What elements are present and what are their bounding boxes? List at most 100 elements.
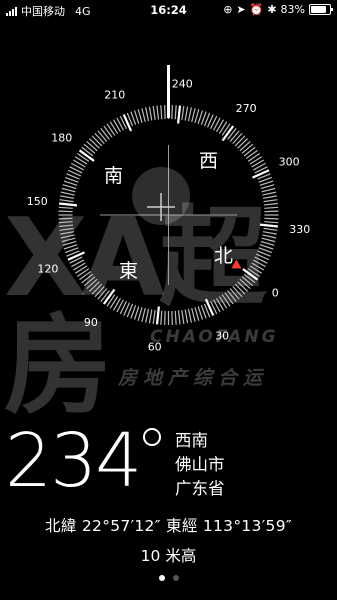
compass-tick <box>218 296 228 309</box>
compass-tick <box>103 125 113 138</box>
coordinates-label: 北緯 22°57′12″ 東經 113°13′59″ <box>45 517 292 535</box>
compass-tick <box>181 309 185 325</box>
compass-tick <box>194 109 200 123</box>
compass-tick <box>76 268 90 278</box>
compass-tick <box>58 206 73 209</box>
compass-tick <box>234 283 246 295</box>
compass-tick <box>100 290 110 303</box>
compass-tick <box>86 278 98 290</box>
compass-tick <box>234 135 246 147</box>
compass-tick <box>137 109 143 123</box>
compass-tick <box>91 135 103 147</box>
compass-tick <box>229 130 240 142</box>
compass-tick <box>229 288 240 300</box>
compass-tick <box>262 231 277 235</box>
compass-tick <box>145 107 150 122</box>
province-label: 广东省 <box>175 479 225 498</box>
compass-dial[interactable]: 0 30 60 90 120 150 180 210 240 270 300 330 北東 南 西 <box>0 0 337 400</box>
compass-tick <box>243 273 256 284</box>
degree-label-300: 300 <box>279 155 300 168</box>
compass-tick <box>191 108 196 122</box>
compass-tick <box>264 221 279 224</box>
degree-symbol <box>143 428 161 446</box>
compass-tick <box>174 310 177 325</box>
degree-label-30: 30 <box>215 330 229 343</box>
compass-tick <box>259 223 279 228</box>
compass-tick <box>74 265 88 274</box>
compass-tick <box>155 306 160 325</box>
compass-tick <box>137 307 143 321</box>
degree-label-0: 0 <box>272 287 279 300</box>
compass-tick <box>83 276 96 287</box>
compass-tick <box>100 127 110 140</box>
page-dot-1[interactable] <box>158 575 165 581</box>
degree-label-150: 150 <box>27 195 48 208</box>
compass-tick <box>62 240 77 246</box>
compass-tick <box>241 143 254 154</box>
compass-tick <box>239 140 251 152</box>
direction-label: 西南 <box>175 431 208 450</box>
compass-tick <box>249 156 263 165</box>
compass-tick <box>187 107 192 122</box>
compass-tick <box>88 138 100 149</box>
compass-tick <box>194 307 200 321</box>
compass-tick <box>58 202 78 207</box>
degree-label-120: 120 <box>37 263 58 276</box>
compass-tick <box>247 152 261 162</box>
compass-tick <box>252 169 270 179</box>
compass-tick <box>148 106 153 121</box>
compass-tick <box>237 138 249 149</box>
city-label: 佛山市 <box>175 455 225 474</box>
compass-tick <box>237 281 249 292</box>
compass-tick <box>156 105 160 120</box>
compass-tick <box>174 105 177 120</box>
compass-tick <box>245 149 258 160</box>
compass-tick <box>262 191 277 196</box>
compass-tick <box>261 237 276 243</box>
compass-tick <box>88 281 100 292</box>
compass-tick <box>184 106 189 121</box>
compass-tick <box>91 283 103 295</box>
compass-tick <box>263 202 278 206</box>
compass-tick <box>184 309 189 324</box>
compass-tick <box>249 265 263 274</box>
compass-tick <box>58 221 73 224</box>
cardinal-north: 北 <box>214 245 233 267</box>
compass-tick <box>141 308 146 322</box>
cardinal-south: 南 <box>104 165 123 187</box>
compass-tick <box>218 121 228 134</box>
compass-tick <box>81 146 94 157</box>
compass-tick <box>263 227 278 231</box>
compass-tick <box>109 296 119 309</box>
compass-tick <box>141 108 146 122</box>
compass-tick <box>74 156 88 165</box>
cardinal-east: 東 <box>119 260 138 282</box>
compass-tick <box>60 231 75 235</box>
page-indicator[interactable] <box>0 575 337 581</box>
degree-label-330: 330 <box>289 223 310 236</box>
compass-tick <box>60 191 75 196</box>
page-dot-2[interactable] <box>172 575 179 581</box>
compass-tick <box>261 187 276 193</box>
compass-tick <box>67 251 85 261</box>
compass-tick <box>262 234 277 239</box>
compass-tick <box>81 273 94 284</box>
degree-label-270: 270 <box>236 102 257 115</box>
compass-tick <box>59 199 74 203</box>
compass-tick <box>97 130 108 142</box>
compass-tick <box>224 292 234 305</box>
compass-tick <box>177 105 182 124</box>
compass-tick <box>145 308 150 323</box>
compass-tick <box>59 227 74 231</box>
cardinal-west: 西 <box>199 150 218 172</box>
compass-tick <box>160 105 163 120</box>
compass-tick <box>232 132 243 145</box>
degree-label-60: 60 <box>148 340 162 353</box>
compass-tick <box>241 276 254 287</box>
compass-tick <box>227 127 237 140</box>
compass-tick <box>94 285 105 298</box>
compass-tick <box>97 288 108 300</box>
compass-tick <box>204 298 215 316</box>
compass-tick <box>181 105 185 121</box>
compass-tick <box>60 234 75 239</box>
